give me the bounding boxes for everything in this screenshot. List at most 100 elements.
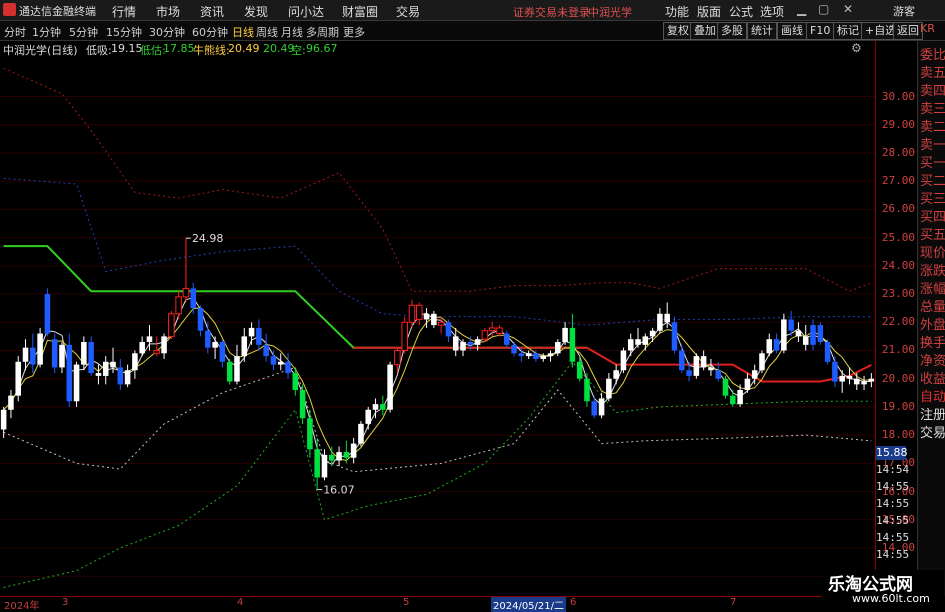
ma-white-line xyxy=(3,297,872,465)
candle-body xyxy=(59,344,65,368)
candle-body xyxy=(95,373,102,376)
guest-label[interactable]: 游客 xyxy=(893,3,915,19)
side-item[interactable]: 外盘 xyxy=(920,314,945,333)
y-tick-label: 30.00 xyxy=(881,89,915,103)
candle-body xyxy=(88,342,94,374)
candle-body xyxy=(722,378,729,396)
candle-body xyxy=(788,319,794,331)
candle-body xyxy=(161,336,167,354)
side-item[interactable]: 净资 xyxy=(920,350,945,369)
menu-item-ask[interactable]: 问小达 xyxy=(288,3,324,20)
period-1min[interactable]: 1分钟 xyxy=(32,24,61,40)
side-item[interactable]: 交易 xyxy=(920,422,945,441)
side-item[interactable]: 现价 xyxy=(920,242,945,261)
candle-body xyxy=(715,370,721,379)
period-more[interactable]: 更多 xyxy=(343,24,365,40)
candle-body xyxy=(504,333,510,345)
app-title: 通达信金融终端 xyxy=(19,5,96,18)
candle-body xyxy=(802,336,809,345)
side-item[interactable]: 卖四 xyxy=(920,80,945,99)
candle-body xyxy=(256,327,262,345)
login-status[interactable]: 证券交易未登录 xyxy=(513,4,590,20)
candle-body xyxy=(212,342,218,348)
candle-body xyxy=(686,370,692,376)
menu-options[interactable]: 选项 xyxy=(760,3,784,20)
period-multi[interactable]: 多周期 xyxy=(306,24,339,40)
bull-bear-value-2: 20.49 xyxy=(263,42,295,55)
period-30min[interactable]: 30分钟 xyxy=(149,24,185,40)
candle-body xyxy=(839,375,845,382)
menu-item-wealth[interactable]: 财富圈 xyxy=(342,3,378,20)
side-item[interactable]: 买五 xyxy=(920,224,945,243)
time-label: 14:55 xyxy=(876,480,910,493)
menu-item-markets[interactable]: 市场 xyxy=(156,3,180,20)
back-button[interactable]: 返回 xyxy=(893,22,923,40)
settings-gear-icon[interactable]: ⚙ xyxy=(851,41,862,55)
stats-button[interactable]: 统计 xyxy=(747,22,777,40)
maximize-icon[interactable]: ▢ xyxy=(818,2,829,16)
watermark-url: www.60lt.com xyxy=(852,592,930,605)
candle-body xyxy=(598,398,605,416)
menu-item-market[interactable]: 行情 xyxy=(112,3,136,20)
side-item[interactable]: 涨跌 xyxy=(920,260,945,279)
side-item[interactable]: 买一 xyxy=(920,152,945,171)
menu-layout[interactable]: 版面 xyxy=(697,3,721,20)
candle-body xyxy=(481,330,489,340)
period-timeshare[interactable]: 分时 xyxy=(4,24,26,40)
candle-body xyxy=(132,353,138,371)
period-weekly[interactable]: 周线 xyxy=(256,24,278,40)
side-item[interactable]: 卖五 xyxy=(920,62,945,81)
y-tick-label: 26.00 xyxy=(881,202,915,216)
candle-body xyxy=(810,325,816,345)
candle-body xyxy=(562,327,568,343)
k-tab[interactable]: KR xyxy=(920,22,935,35)
candle-body xyxy=(817,325,824,343)
side-item[interactable]: 自动 xyxy=(920,386,945,405)
side-item[interactable]: 卖二 xyxy=(920,116,945,135)
side-item[interactable]: 买四 xyxy=(920,206,945,225)
menu-formula[interactable]: 公式 xyxy=(729,3,753,20)
candle-body xyxy=(248,327,255,337)
kline-chart[interactable]: 24.98 16.07 xyxy=(0,57,875,596)
mark-button[interactable]: 标记 xyxy=(833,22,863,40)
candle-body xyxy=(781,319,787,351)
candle-body xyxy=(474,339,481,345)
empty-value: 96.67 xyxy=(306,42,338,55)
period-5min[interactable]: 5分钟 xyxy=(69,24,98,40)
side-item[interactable]: 总量 xyxy=(920,296,945,315)
period-15min[interactable]: 15分钟 xyxy=(106,24,142,40)
period-daily[interactable]: 日线 xyxy=(232,24,254,40)
side-item[interactable]: 注册 xyxy=(920,404,945,423)
candle-body xyxy=(182,287,190,298)
side-item[interactable]: 买三 xyxy=(920,188,945,207)
multi-stock-button[interactable]: 多股 xyxy=(717,22,747,40)
candle-body xyxy=(423,313,430,320)
side-item[interactable]: 卖三 xyxy=(920,98,945,117)
side-item[interactable]: 委比 xyxy=(920,44,945,63)
menu-item-trade[interactable]: 交易 xyxy=(396,3,420,20)
draw-line-button[interactable]: 画线 xyxy=(777,22,807,40)
candle-body xyxy=(460,342,466,351)
candle-body xyxy=(117,367,124,385)
band-lines xyxy=(3,67,872,588)
side-item[interactable]: 卖一 xyxy=(920,134,945,153)
side-item[interactable]: 收益 xyxy=(920,368,945,387)
menu-item-discover[interactable]: 发现 xyxy=(244,3,268,20)
date-axis: 2024年 3 4 5 6 7 xyxy=(0,596,875,612)
side-item[interactable]: 涨幅 xyxy=(920,278,945,297)
candle-body xyxy=(0,409,7,430)
restore-rights-button[interactable]: 复权 xyxy=(663,22,693,40)
period-60min[interactable]: 60分钟 xyxy=(192,24,228,40)
side-item[interactable]: 买二 xyxy=(920,170,945,189)
menu-function[interactable]: 功能 xyxy=(665,3,689,20)
period-monthly[interactable]: 月线 xyxy=(281,24,303,40)
candle-body xyxy=(110,361,116,368)
time-label: 14:55 xyxy=(876,497,910,510)
minimize-icon[interactable]: ▁ xyxy=(797,2,806,16)
side-item[interactable]: 换手 xyxy=(920,332,945,351)
overlay-button[interactable]: 叠加 xyxy=(690,22,720,40)
candle-body xyxy=(190,288,196,309)
f10-button[interactable]: F10 xyxy=(806,22,835,40)
menu-item-news[interactable]: 资讯 xyxy=(200,3,224,20)
close-icon[interactable]: ✕ xyxy=(843,2,853,16)
